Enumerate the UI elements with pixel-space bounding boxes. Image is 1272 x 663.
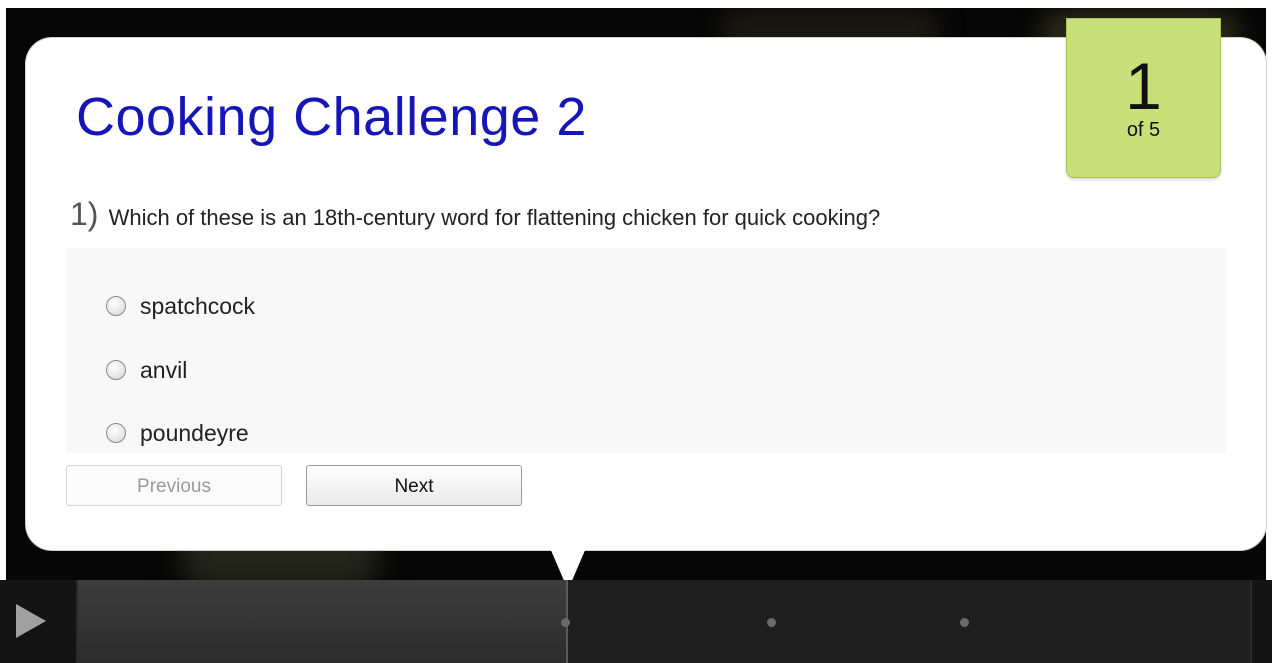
- quiz-card: Cooking Challenge 2 1 of 5 1) Which of t…: [26, 18, 1266, 550]
- timeline-divider: [76, 580, 78, 663]
- timeline-marker[interactable]: [960, 618, 969, 627]
- question-prompt: 1) Which of these is an 18th-century wor…: [70, 196, 880, 233]
- radio-button[interactable]: [106, 423, 126, 443]
- next-button[interactable]: Next: [306, 465, 522, 506]
- timeline-marker[interactable]: [767, 618, 776, 627]
- question-number: 1): [70, 196, 99, 232]
- quiz-title: Cooking Challenge 2: [76, 87, 587, 147]
- frame-edge-right: [1266, 0, 1272, 663]
- question-total-label: of 5: [1126, 119, 1161, 141]
- timeline-divider: [1250, 580, 1252, 663]
- timeline-progress: [78, 580, 566, 663]
- question-text: Which of these is an 18th-century word f…: [108, 205, 881, 230]
- answer-option-label: poundeyre: [140, 419, 249, 446]
- radio-button[interactable]: [106, 360, 126, 380]
- answer-option[interactable]: poundeyre: [106, 413, 249, 453]
- answer-option[interactable]: anvil: [106, 350, 187, 390]
- radio-button[interactable]: [106, 296, 126, 316]
- answer-option-label: anvil: [140, 356, 188, 383]
- previous-button[interactable]: Previous: [66, 465, 282, 506]
- play-icon[interactable]: [16, 604, 46, 638]
- frame-edge-top: [0, 0, 1272, 8]
- answer-options: spatchcock anvil poundeyre: [66, 248, 1226, 453]
- frame-edge-left: [0, 0, 6, 663]
- timeline-marker[interactable]: [561, 618, 570, 627]
- current-question-number: 1: [1125, 49, 1162, 123]
- video-timeline[interactable]: [0, 580, 1272, 663]
- question-counter-badge: 1 of 5: [1066, 18, 1221, 178]
- answer-option[interactable]: spatchcock: [106, 286, 255, 326]
- answer-option-label: spatchcock: [140, 292, 256, 319]
